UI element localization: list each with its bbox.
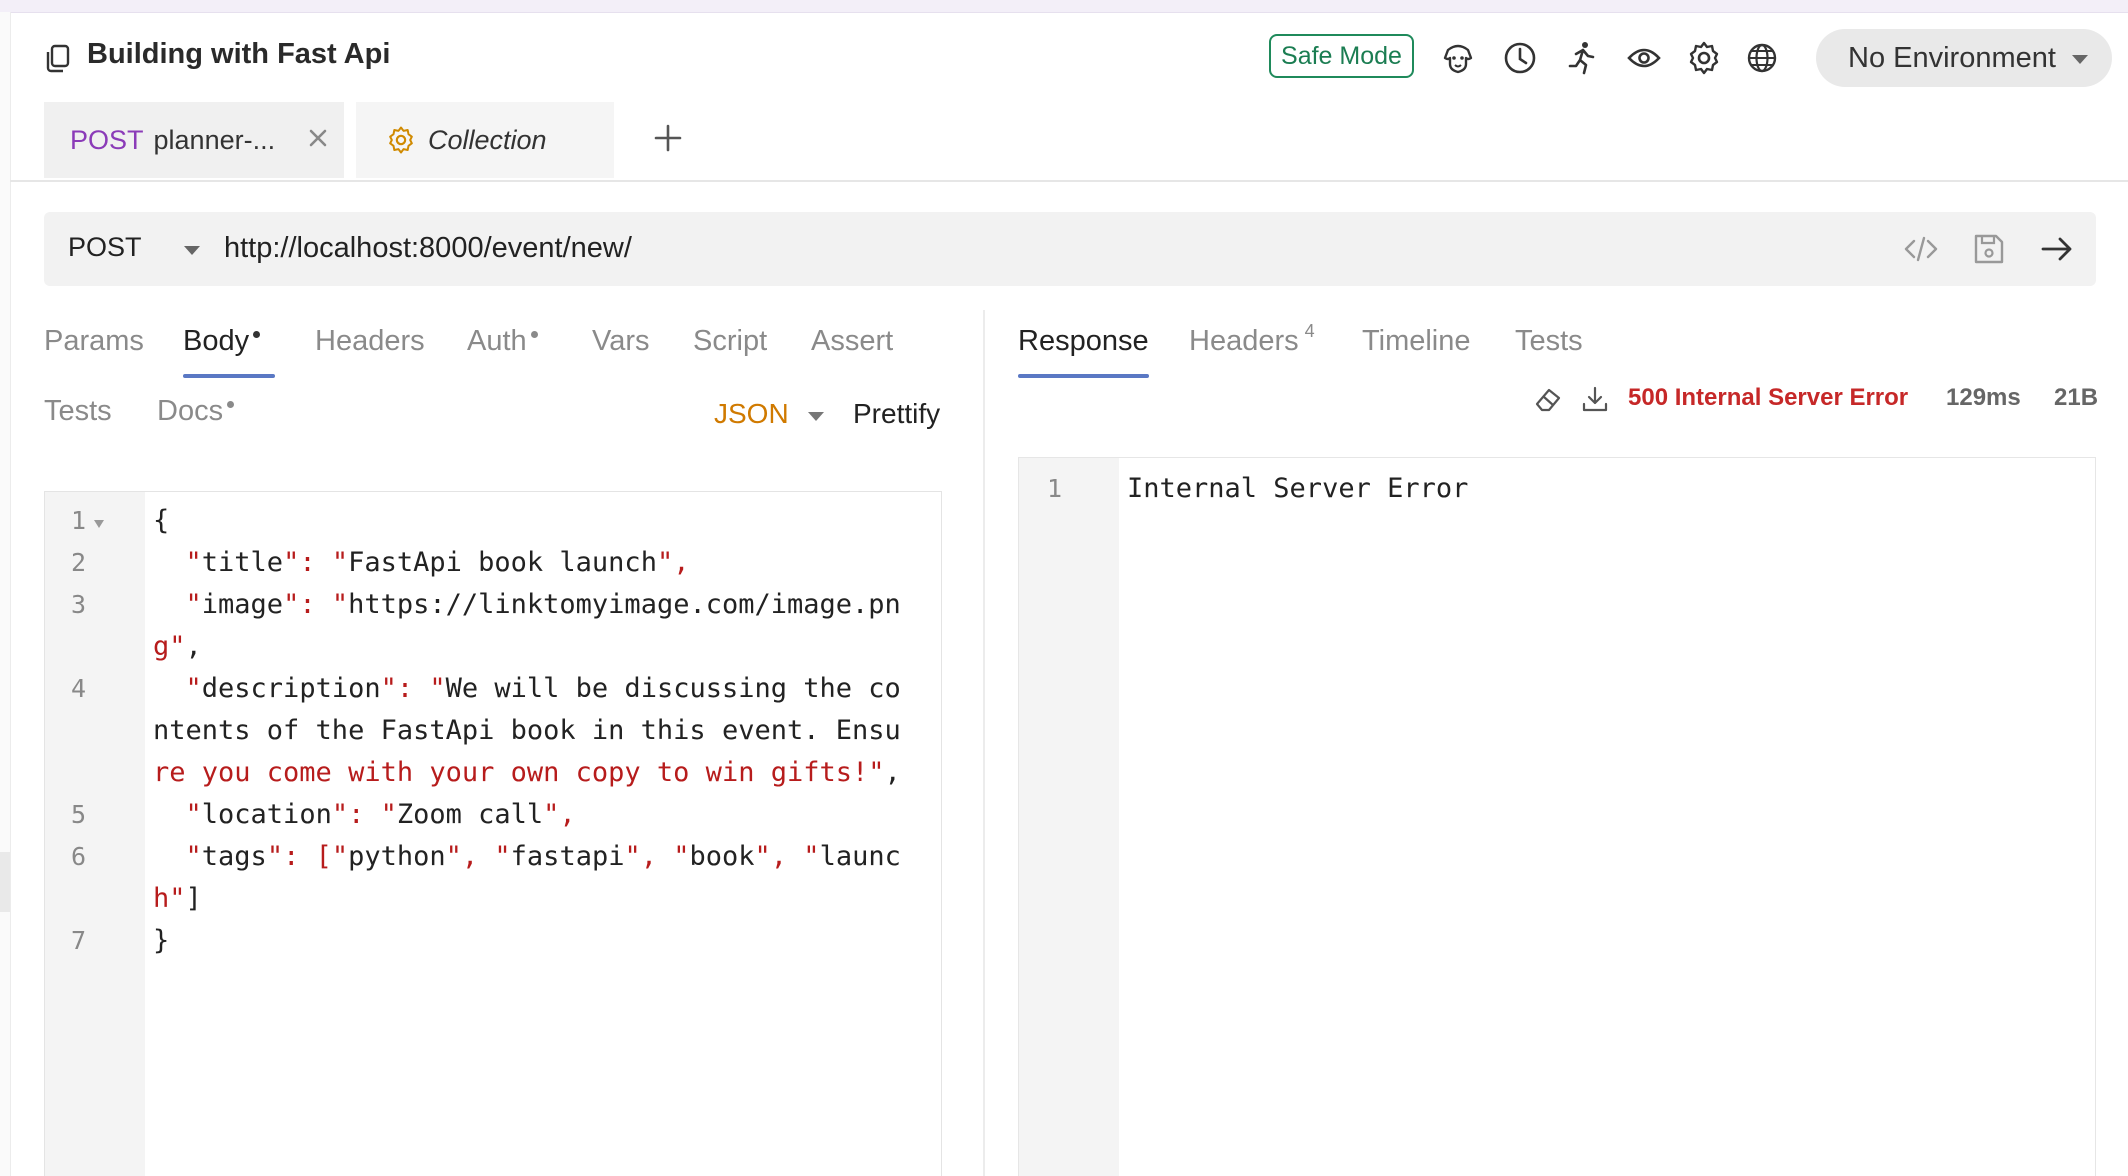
request-url-bar: POST http://localhost:8000/event/new/ [44,212,2096,286]
tab-params[interactable]: Params [44,325,144,358]
tab-assert[interactable]: Assert [811,325,893,358]
line-number: 6 [71,842,87,871]
code-generate-icon[interactable] [1902,230,1940,268]
tab-collection-settings[interactable]: Collection [356,102,614,178]
modified-dot [253,331,261,338]
tab-response-headers-label: Headers [1189,325,1299,357]
active-tab-underline [183,374,275,378]
environment-selector[interactable]: No Environment [1816,29,2112,87]
code-line: "tags": ["python", "fastapi", "book", "l… [153,841,901,872]
tab-request-name: planner-... [153,124,276,155]
chevron-down-icon[interactable] [808,412,824,421]
pane-divider[interactable] [983,310,985,1176]
tab-tests[interactable]: Tests [44,395,112,428]
tab-body[interactable]: Body [183,325,261,358]
code-line: re you come with your own copy to win gi… [153,757,901,788]
globe-icon[interactable] [1744,40,1780,76]
tab-response[interactable]: Response [1018,325,1149,358]
history-clock-icon[interactable] [1502,40,1538,76]
fold-caret-icon[interactable] [93,519,105,529]
tab-docs[interactable]: Docs [157,395,235,428]
close-icon[interactable] [304,124,332,152]
line-number: 1 [71,506,87,535]
sidebar-resize-handle[interactable] [0,852,10,912]
response-status: 500 Internal Server Error [1628,384,1909,411]
safe-mode-button[interactable]: Safe Mode [1269,34,1414,78]
code-line: "location": "Zoom call", [153,799,576,830]
tab-docs-label: Docs [157,395,224,427]
tab-vars[interactable]: Vars [592,325,649,358]
tab-body-label: Body [183,325,250,357]
clear-eraser-icon[interactable] [1533,384,1563,414]
sidebar-collapsed-rail[interactable] [0,12,11,1176]
new-tab-plus-icon[interactable] [648,118,688,158]
line-number: 5 [71,800,87,829]
tab-auth-label: Auth [467,325,527,357]
collection-title: Building with Fast Api [87,38,391,70]
chevron-down-icon [2072,55,2088,64]
code-line: g", [153,631,202,662]
modified-dot [227,401,235,408]
request-tabs-bar: POST planner-... Collection [10,102,2128,182]
headers-count-badge: 4 [1304,321,1315,341]
tab-auth[interactable]: Auth [467,325,538,358]
code-line: } [153,925,170,956]
code-line: { [153,505,170,536]
tab-script[interactable]: Script [693,325,767,358]
tab-collection-label: Collection [428,124,547,155]
environment-label: No Environment [1848,41,2056,74]
chevron-down-icon[interactable] [184,246,200,255]
code-line: h"] [153,883,202,914]
line-number: 4 [71,674,87,703]
runner-icon[interactable] [1564,40,1600,76]
tab-response-tests[interactable]: Tests [1515,325,1583,358]
body-mode-selector[interactable]: JSON [714,398,789,430]
save-icon[interactable] [1970,230,2008,268]
collection-header: Building with Fast Api Safe Mode No Envi… [10,12,2128,102]
tab-method-badge: POST [70,124,144,155]
modified-dot [530,331,538,338]
code-line: "title": "FastApi book launch", [153,547,690,578]
tab-request-planner[interactable]: POST planner-... [44,102,344,178]
settings-gear-icon[interactable] [1686,40,1722,76]
line-number: 1 [1047,474,1063,503]
response-body-text: Internal Server Error [1127,473,1469,504]
line-number: 2 [71,548,87,577]
eye-icon[interactable] [1626,40,1662,76]
gear-icon [389,126,413,154]
tab-response-headers[interactable]: Headers 4 [1189,321,1315,358]
response-body-viewer[interactable]: 1 Internal Server Error [1018,457,2096,1176]
request-body-editor[interactable]: 1 2 3 4 5 6 7 { "title": "FastApi book l… [44,491,942,1176]
code-line: ntents of the FastApi book in this event… [153,715,901,746]
url-input[interactable]: http://localhost:8000/event/new/ [224,232,632,265]
tab-timeline[interactable]: Timeline [1362,325,1471,358]
download-icon[interactable] [1580,384,1610,414]
prettify-button[interactable]: Prettify [853,398,940,430]
line-number-gutter [45,492,145,1176]
response-size: 21B [2054,384,2099,411]
code-line: "description": "We will be discussing th… [153,673,901,704]
line-number: 7 [71,926,87,955]
response-time: 129ms [1946,384,2021,411]
active-tab-underline [1018,374,1149,378]
collection-copy-icon [46,44,70,73]
code-line: "image": "https://linktomyimage.com/imag… [153,589,901,620]
tab-headers[interactable]: Headers [315,325,425,358]
send-arrow-icon[interactable] [2038,230,2076,268]
line-number: 3 [71,590,87,619]
bruno-dog-icon[interactable] [1440,40,1476,76]
line-number-gutter [1019,458,1119,1176]
method-selector[interactable]: POST [68,232,142,263]
